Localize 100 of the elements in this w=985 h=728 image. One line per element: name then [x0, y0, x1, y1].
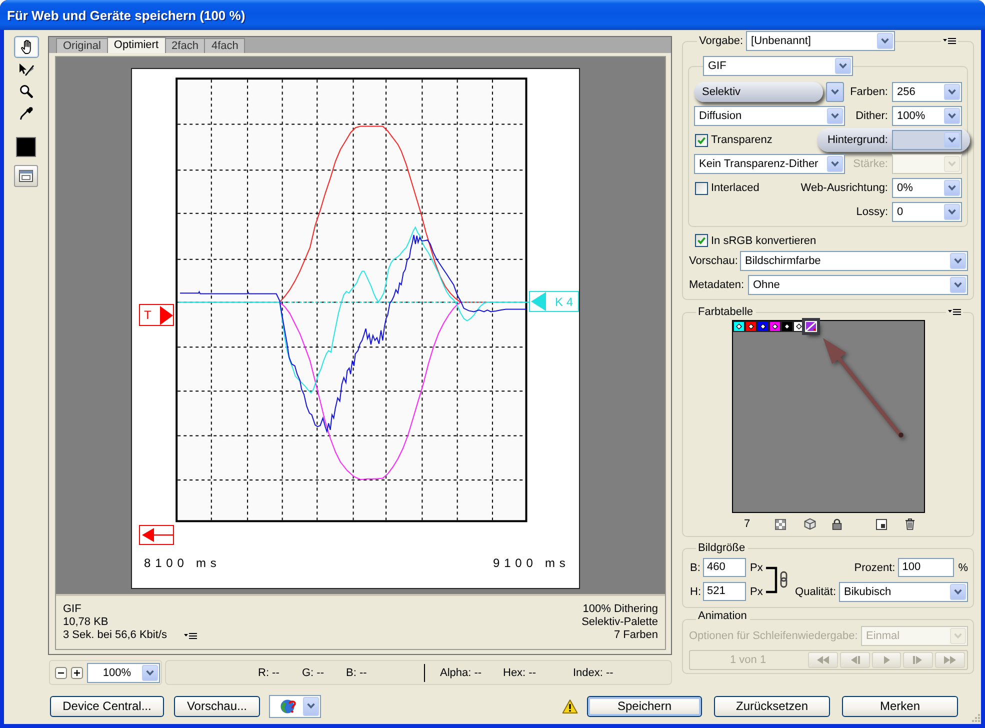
height-label: H:: [690, 586, 702, 598]
chevron-down-icon: [835, 58, 851, 74]
chevron-down-icon: [944, 108, 960, 124]
checkerboard-icon[interactable]: [775, 518, 786, 530]
menu-icon[interactable]: [943, 37, 956, 45]
checkbox[interactable]: In sRGB konvertieren: [695, 234, 816, 247]
group-title: Bildgröße: [696, 542, 748, 554]
dither-method-select[interactable]: Diffusion: [694, 106, 845, 126]
preset-label: Vorgabe:: [697, 35, 746, 47]
menu-icon[interactable]: [184, 632, 197, 640]
color-swatch-icon[interactable]: [744, 321, 756, 332]
tab[interactable]: 4fach: [204, 38, 246, 53]
hand-icon: [21, 40, 31, 54]
chevron-down-icon: [950, 628, 966, 644]
width-label: B:: [690, 562, 702, 574]
chevron-down-icon: [303, 696, 319, 716]
axis-label: 9100 ms: [493, 556, 570, 570]
device-central-button[interactable]: Device Central...: [50, 696, 164, 716]
first-frame-icon: [816, 656, 830, 664]
percent-field[interactable]: 100: [898, 558, 954, 577]
frame-counter: 1 von 1: [729, 654, 768, 666]
info-text: 100% Dithering: [582, 603, 658, 616]
minus-icon[interactable]: [55, 666, 67, 678]
readout-text: G: --: [302, 666, 325, 678]
plus-icon[interactable]: [71, 666, 83, 678]
chevron-down-icon: [944, 180, 960, 196]
preview-button[interactable]: Vorschau...: [174, 696, 260, 716]
amount-label: Stärke:: [853, 158, 888, 170]
chevron-down-icon: [950, 277, 966, 293]
info-text: 10,78 KB: [63, 616, 108, 629]
color-swatch-icon[interactable]: [768, 321, 780, 332]
checkbox[interactable]: Interlaced: [695, 182, 760, 194]
save-button[interactable]: Speichern: [587, 696, 702, 716]
last-frame-icon: [943, 656, 958, 664]
readout-text: Alpha: --: [440, 666, 483, 678]
toggle-button[interactable]: [14, 165, 38, 187]
unit-label: %: [958, 562, 968, 574]
resize-grip-icon[interactable]: [970, 712, 980, 722]
chevron-down-icon: [827, 108, 843, 124]
matte-label: Hintergrund:: [827, 134, 888, 146]
loop-label: Optionen für Schleifenwiedergabe:: [689, 630, 858, 642]
percent-label: Prozent:: [854, 562, 896, 574]
info-text: 3 Sek. bei 56,6 Kbit/s: [63, 629, 167, 642]
reset-button[interactable]: Zurücksetzen: [714, 696, 830, 716]
marker-label: K 4: [555, 294, 574, 308]
web-snap-label: Web-Ausrichtung:: [800, 182, 888, 194]
colors-select[interactable]: 256: [892, 82, 962, 102]
cube-icon[interactable]: [804, 518, 816, 530]
tab[interactable]: 2fach: [164, 38, 206, 53]
group-title: Animation: [696, 610, 750, 622]
info-text: 7 Farben: [614, 629, 658, 642]
link-icon[interactable]: [764, 566, 789, 594]
readout-text: B: --: [346, 666, 368, 678]
lossy-select[interactable]: 0: [892, 202, 962, 222]
hand-tool[interactable]: [14, 36, 38, 58]
zoom-select[interactable]: 100%: [87, 662, 160, 682]
lock-icon[interactable]: [832, 518, 842, 530]
magnifier-icon: [20, 84, 32, 98]
warning-icon: [562, 698, 578, 714]
browser-select[interactable]: [269, 694, 321, 718]
color-swatch-icon[interactable]: [780, 321, 792, 332]
unit-label: Px: [750, 586, 763, 598]
preset-select[interactable]: [Unbenannt]: [746, 31, 896, 51]
preview-select[interactable]: Bildschirmfarbe: [740, 251, 968, 271]
quality-label: Qualität:: [795, 586, 836, 598]
unit-label: Px: [750, 562, 763, 574]
color-swatch-icon[interactable]: [732, 321, 744, 332]
color-swatch-icon[interactable]: [16, 137, 36, 157]
width-field[interactable]: 460: [703, 558, 746, 577]
chevron-down-icon: [944, 84, 960, 100]
globe-icon: [280, 698, 296, 714]
quality-select[interactable]: Bikubisch: [839, 582, 968, 602]
web-snap-select[interactable]: 0%: [892, 178, 962, 198]
tab[interactable]: Optimiert: [106, 37, 166, 53]
dither-label: Dither:: [856, 110, 888, 122]
color-swatch-icon[interactable]: [756, 321, 768, 332]
transparency-dither-select[interactable]: Kein Transparenz-Dither: [694, 154, 845, 174]
dither-select[interactable]: 100%: [892, 106, 962, 126]
chevron-down-icon: [827, 156, 843, 172]
trash-icon[interactable]: [905, 518, 916, 530]
remember-button[interactable]: Merken: [842, 696, 958, 716]
chevron-down-icon: [944, 204, 960, 220]
new-page-icon[interactable]: [876, 518, 888, 530]
group-title: Farbtabelle: [696, 306, 756, 318]
chevron-down-icon: [950, 584, 966, 600]
chevron-down-icon: [877, 33, 894, 49]
chevron-down-icon: [944, 132, 960, 148]
colors-label: Farben:: [850, 86, 888, 98]
preview-label: Vorschau:: [689, 255, 738, 267]
axis-label: 8100 ms: [144, 556, 221, 570]
window-title: Für Web und Geräte speichern (100 %): [7, 8, 246, 22]
info-text: Selektiv-Palette: [582, 616, 658, 629]
format-select[interactable]: GIF: [703, 56, 853, 76]
menu-icon[interactable]: [948, 308, 961, 316]
chevron-down-icon: [142, 664, 158, 680]
checkbox[interactable]: Transparenz: [695, 134, 772, 146]
eyedropper-icon: [20, 106, 32, 120]
height-field[interactable]: 521: [703, 582, 746, 601]
tab[interactable]: Original: [56, 38, 108, 53]
metadata-select[interactable]: Ohne: [748, 275, 968, 295]
